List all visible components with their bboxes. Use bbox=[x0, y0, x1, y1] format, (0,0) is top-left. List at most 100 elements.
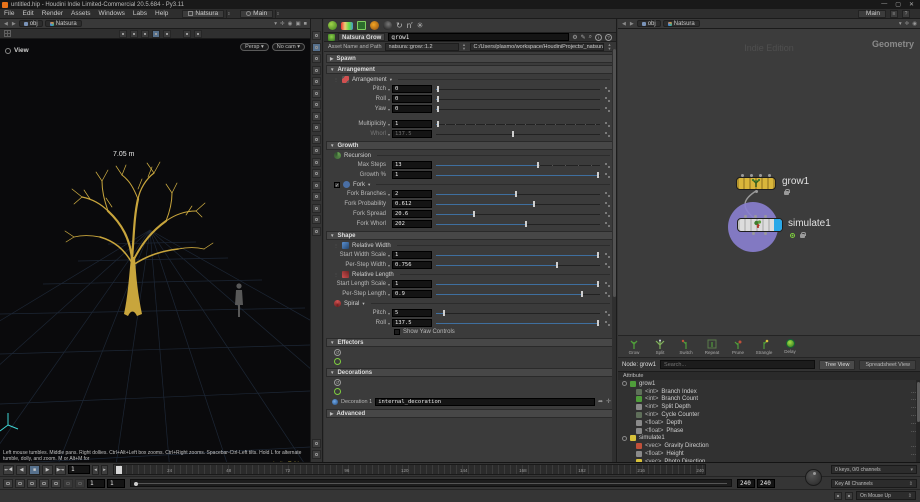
effectors-add-icon[interactable] bbox=[334, 358, 341, 365]
channel-dots-icon[interactable] bbox=[604, 262, 611, 269]
channel-dots-icon[interactable] bbox=[604, 221, 611, 228]
per-step-length-slider[interactable] bbox=[436, 290, 600, 298]
yaw-field[interactable] bbox=[392, 105, 432, 113]
menu-edit[interactable]: Edit bbox=[18, 10, 37, 17]
timeline[interactable]: 2448 7296 120144 168192 216240 bbox=[113, 464, 706, 475]
select-geometry-icon[interactable] bbox=[130, 30, 138, 38]
channel-dots-icon[interactable] bbox=[604, 201, 611, 208]
breadcrumb-node[interactable]: Natsura bbox=[45, 20, 82, 27]
shaded-icon[interactable] bbox=[312, 204, 321, 213]
input-port[interactable] bbox=[741, 174, 744, 177]
spiral-pitch-slider[interactable] bbox=[436, 309, 600, 317]
loop-mode-icon[interactable] bbox=[51, 479, 61, 488]
operator-type-label[interactable]: Natsura Grow bbox=[338, 33, 385, 41]
decorations-add-icon[interactable] bbox=[334, 388, 341, 395]
asset-path-field[interactable]: C:/Users/plasmo/workspace/HoudiniProject… bbox=[470, 43, 604, 51]
help-context-icon[interactable]: ? bbox=[902, 10, 910, 18]
viewport-canvas[interactable]: View Persp ▾ No cam ▾ 7.05 m Left mouse … bbox=[0, 39, 310, 472]
jump-to-end-icon[interactable]: ▶⯮ bbox=[55, 465, 66, 475]
pin-pane-icon[interactable]: ✛ bbox=[905, 21, 910, 27]
menu-windows[interactable]: Windows bbox=[95, 10, 129, 17]
spreadsheet-view-button[interactable]: Spreadsheet View bbox=[859, 360, 916, 370]
select-objects-icon[interactable] bbox=[119, 30, 127, 38]
drag-handle[interactable]: ⋮ bbox=[334, 243, 339, 248]
link-pane-icon[interactable]: ◉ bbox=[912, 21, 917, 27]
gear-icon[interactable]: ⚙ bbox=[572, 34, 577, 41]
close-button[interactable]: ✕ bbox=[909, 1, 914, 8]
show-yaw-checkbox[interactable] bbox=[394, 329, 400, 335]
tool-strangle[interactable]: Strangle bbox=[754, 339, 774, 355]
pitch-slider[interactable] bbox=[436, 85, 600, 93]
select-dynamics-icon[interactable] bbox=[141, 30, 149, 38]
section-shape[interactable]: ▼Shape bbox=[326, 231, 614, 240]
points-display-icon[interactable] bbox=[312, 169, 321, 178]
play-icon[interactable]: ▶ bbox=[42, 465, 53, 475]
global-anim-options-icon[interactable] bbox=[3, 479, 13, 488]
simulation-toggle-icon[interactable] bbox=[27, 479, 37, 488]
display-flag[interactable] bbox=[774, 219, 782, 231]
breadcrumb-context[interactable]: obj bbox=[19, 20, 43, 27]
spiral-pitch-field[interactable] bbox=[392, 309, 432, 317]
attr-gravity-direction[interactable]: <vec>Gravity Direction ... bbox=[618, 442, 920, 450]
settings-gear-icon[interactable]: ✳ bbox=[417, 21, 424, 30]
maximize-pane-icon[interactable]: ■ bbox=[304, 21, 307, 27]
section-arrangement[interactable]: ▼Arrangement bbox=[326, 65, 614, 74]
output-port[interactable] bbox=[764, 232, 767, 235]
display-options-icon[interactable] bbox=[194, 30, 202, 38]
scale-tool-icon[interactable] bbox=[312, 77, 321, 86]
range-end-field-2[interactable] bbox=[757, 479, 775, 488]
select-tool-icon[interactable] bbox=[312, 43, 321, 52]
channel-dots-icon[interactable] bbox=[604, 310, 611, 317]
asset-name-spinner-icon[interactable]: ▲▼ bbox=[462, 43, 467, 50]
spiral-roll-slider[interactable] bbox=[436, 319, 600, 327]
tool-delay[interactable]: Delay bbox=[780, 339, 800, 354]
channel-dots-icon[interactable] bbox=[604, 121, 611, 128]
per-step-length-field[interactable] bbox=[392, 290, 432, 298]
search-icon[interactable]: ⌕ bbox=[589, 34, 592, 41]
persp-view-selector[interactable]: Persp ▾ bbox=[240, 43, 269, 51]
tool-repeat[interactable]: Repeat bbox=[702, 339, 722, 355]
attr-branch-index[interactable]: <int>Branch Index ... bbox=[618, 388, 920, 396]
selection-mode-icon[interactable] bbox=[163, 30, 171, 38]
roll-slider[interactable] bbox=[436, 95, 600, 103]
section-effectors[interactable]: ▼Effectors bbox=[326, 338, 614, 347]
max-steps-slider[interactable] bbox=[436, 161, 600, 169]
node-simulate1[interactable] bbox=[737, 218, 783, 232]
breadcrumb-node[interactable]: Natsura bbox=[663, 20, 700, 27]
update-mode-icon[interactable] bbox=[845, 492, 853, 500]
input-port[interactable] bbox=[764, 215, 767, 218]
tool-switch[interactable]: Switch bbox=[676, 339, 696, 355]
tool-prune[interactable]: Prune bbox=[728, 339, 748, 355]
attribute-search-input[interactable] bbox=[660, 360, 815, 369]
range-start-field-2[interactable] bbox=[107, 479, 125, 488]
drag-handle[interactable]: ⋮ bbox=[334, 272, 339, 277]
input-port[interactable] bbox=[768, 174, 771, 177]
decoration-1-field[interactable] bbox=[375, 398, 595, 406]
fork-branches-slider[interactable] bbox=[436, 190, 600, 198]
stop-icon[interactable]: ■ bbox=[29, 465, 40, 475]
fork-probability-field[interactable] bbox=[392, 200, 432, 208]
grow1-label[interactable]: grow1 bbox=[782, 176, 809, 187]
snapshot-icon[interactable]: ▣ bbox=[295, 21, 300, 27]
rotate-tool-icon[interactable] bbox=[312, 66, 321, 75]
max-steps-field[interactable] bbox=[392, 161, 432, 169]
toolbox-grid-icon[interactable] bbox=[4, 30, 11, 37]
recook-icon[interactable]: ↻ bbox=[396, 21, 403, 30]
range-start-field[interactable] bbox=[87, 479, 105, 488]
scrub-dial[interactable] bbox=[805, 469, 822, 486]
lights-icon[interactable] bbox=[312, 215, 321, 224]
playback-range-slider[interactable] bbox=[130, 479, 732, 487]
start-width-scale-field[interactable] bbox=[392, 251, 432, 259]
camera-lock-icon[interactable] bbox=[312, 227, 321, 236]
path-dropdown-icon[interactable]: ▾ bbox=[899, 21, 902, 27]
start-width-scale-slider[interactable] bbox=[436, 251, 600, 259]
tree-group-simulate1[interactable]: simulate1 bbox=[618, 435, 920, 443]
tree-view-button[interactable]: Tree View bbox=[819, 360, 855, 370]
camera-selector[interactable]: No cam ▾ bbox=[272, 43, 305, 51]
pose-tool-icon[interactable] bbox=[312, 89, 321, 98]
fork-whorl-field[interactable] bbox=[392, 220, 432, 228]
shelf-set-natsura[interactable]: Natsura bbox=[182, 10, 224, 18]
params-scrollbar[interactable] bbox=[612, 49, 616, 462]
edit-icon[interactable]: ✎ bbox=[581, 34, 586, 41]
prev-frame-icon[interactable]: ◀ bbox=[16, 465, 27, 475]
